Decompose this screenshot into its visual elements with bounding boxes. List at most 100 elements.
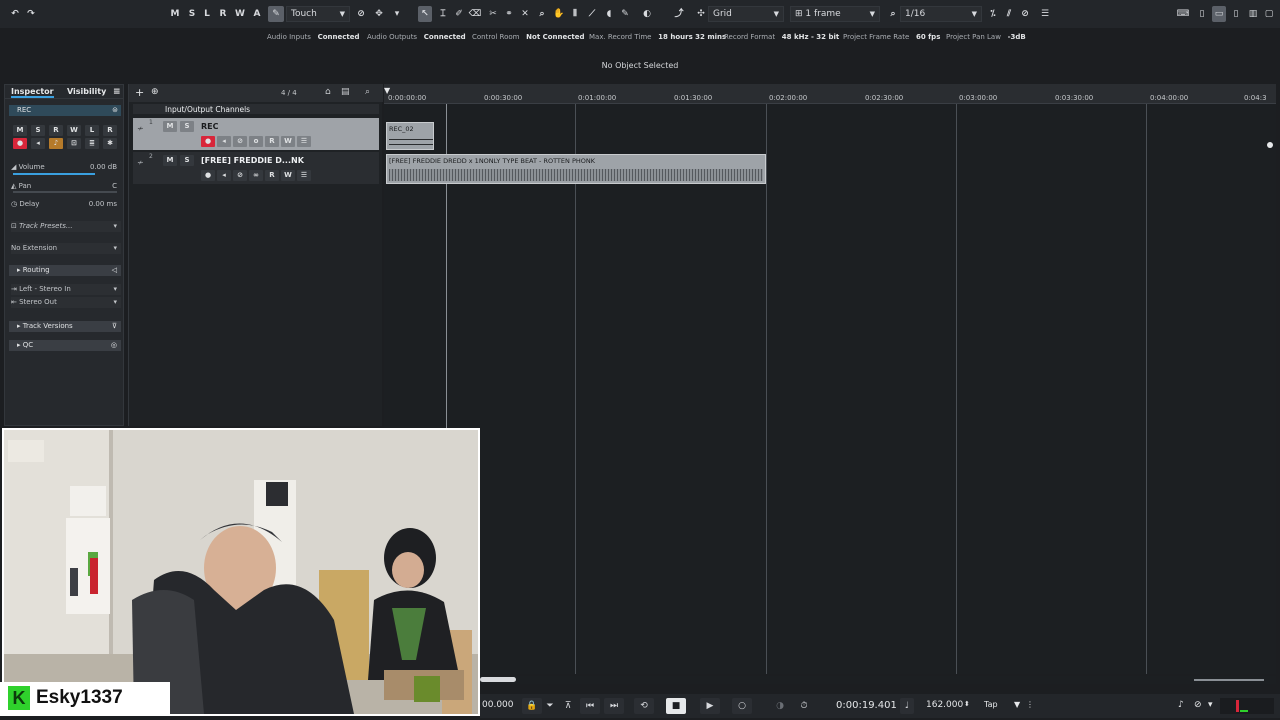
draw-tool-icon[interactable]: ✐ (452, 6, 466, 22)
timeline-ruler[interactable]: 0:00:00:00 0:00:30:00 0:01:00:00 0:01:30… (384, 84, 1276, 104)
visibility-icon[interactable]: ⌂ (325, 87, 331, 97)
grid-type-select[interactable]: Grid ▼ (708, 6, 784, 22)
record-enable-icon[interactable]: ● (13, 138, 27, 149)
zoom-tool-icon[interactable]: ⌕ (535, 6, 549, 22)
lock-icon[interactable]: ⊡ (67, 138, 81, 149)
track-audio-read-button[interactable]: R (265, 170, 279, 181)
chevron-down-icon[interactable]: ▾ (390, 6, 404, 22)
tab-inspector[interactable]: Inspector (11, 87, 54, 98)
record-icon[interactable]: ○ (732, 698, 752, 714)
record-format-status[interactable]: Record Format 48 kHz - 32 bit (724, 33, 839, 41)
range-tool-icon[interactable]: ⌶ (436, 6, 450, 22)
automation-toggle[interactable]: A (250, 6, 264, 22)
quantize-value-select[interactable]: 1/16 ▼ (900, 6, 982, 22)
track-audio-write-button[interactable]: W (281, 170, 295, 181)
horizontal-scrollbar[interactable] (480, 676, 1276, 684)
glue-tool-icon[interactable]: ⚭ (502, 6, 516, 22)
lanes-icon[interactable]: ∞ (249, 170, 263, 181)
volume-row[interactable]: ◢ Volume 0.00 dB (11, 162, 121, 173)
control-room-status[interactable]: Control Room Not Connected (472, 33, 585, 41)
tap-tempo-button[interactable]: Tap (984, 700, 998, 709)
go-to-end-icon[interactable]: ⏭ (604, 698, 624, 714)
stop-icon[interactable]: ■ (666, 698, 686, 714)
clock-icon[interactable]: ⏱ (794, 698, 814, 714)
audio-outputs-status[interactable]: Audio Outputs Connected (367, 33, 466, 41)
scroll-thumb[interactable] (480, 677, 516, 682)
pointer-tool-icon[interactable]: ↖ (418, 6, 432, 22)
zoom-handle[interactable] (1267, 142, 1273, 148)
inspector-solo-button[interactable]: S (31, 125, 45, 136)
comp-tool-icon[interactable]: ⦀ (568, 6, 582, 22)
punch-icon[interactable]: ⏷ (540, 698, 560, 714)
audio-inputs-status[interactable]: Audio Inputs Connected (267, 33, 360, 41)
inspector-write-button[interactable]: W (67, 125, 81, 136)
transport-position[interactable]: 0:00:19.401 (836, 700, 897, 711)
color-palette-icon[interactable]: ◐ (640, 6, 654, 22)
track-rec-solo-button[interactable]: S (180, 121, 194, 132)
cycle-icon[interactable]: ⟲ (634, 698, 654, 714)
go-to-start-icon[interactable]: ⏮ (580, 698, 600, 714)
keyboard-icon[interactable]: ⌨ (1176, 6, 1190, 22)
left-locator-time[interactable]: 00.000 (482, 700, 514, 710)
metronome-icon[interactable]: ♪ (1178, 700, 1184, 710)
write-toggle[interactable]: W (233, 6, 247, 22)
edit-channel-icon[interactable]: ⊘ (233, 136, 247, 147)
monitor-icon[interactable]: ◂ (217, 170, 231, 181)
track-audio-solo-button[interactable]: S (180, 155, 194, 166)
inspector-track-header[interactable]: REC ⊜ (9, 105, 121, 116)
lower-zone-icon[interactable]: ▭ (1212, 6, 1226, 22)
read-toggle[interactable]: R (216, 6, 230, 22)
menu-icon[interactable]: ☰ (1038, 6, 1052, 22)
automation-mode-select[interactable]: Touch ▼ (286, 6, 350, 22)
add-track-icon[interactable]: + (135, 86, 144, 99)
pan-law-status[interactable]: Project Pan Law -3dB (946, 33, 1026, 41)
routing-section[interactable]: ▸ Routing ◁ (9, 265, 121, 276)
freeze-icon[interactable]: ✱ (103, 138, 117, 149)
tempo-value[interactable]: 162.000 (926, 700, 963, 710)
track-rec-read-button[interactable]: R (265, 136, 279, 147)
volume-value[interactable]: 0.00 dB (90, 162, 117, 173)
edit-channel-icon[interactable]: ⊜ (112, 105, 118, 116)
track-presets-select[interactable]: ⊡ Track Presets... ▾ (11, 221, 121, 232)
record-enable-icon[interactable]: ● (201, 136, 215, 147)
inspector-r-button[interactable]: R (103, 125, 117, 136)
track-rec[interactable]: ≁ 1 M S REC ● ◂ ⊘ o R W ☰ (133, 118, 379, 150)
volume-slider[interactable] (13, 173, 95, 175)
erase-tool-icon[interactable]: ⌫ (468, 6, 482, 22)
time-signature[interactable]: 4 / 4 (281, 89, 297, 97)
qc-section[interactable]: ▸ QC ◎ (9, 340, 121, 351)
track-audio[interactable]: ≁ 2 M S [FREE] FREDDIE D...NK ● ◂ ⊘ ∞ R … (133, 152, 379, 184)
menu-icon[interactable]: ⋮ (1026, 700, 1034, 709)
menu-icon[interactable]: ≡ (113, 87, 121, 97)
edit-channel-icon[interactable]: ⊘ (233, 170, 247, 181)
automation-mode-icon[interactable]: ✎ (268, 6, 284, 22)
zoom-slider[interactable] (1194, 679, 1264, 681)
lock-icon[interactable]: 🔒 (522, 698, 542, 714)
solo-toggle[interactable]: S (185, 6, 199, 22)
search-icon[interactable]: ⌕ (886, 6, 900, 22)
list-icon[interactable]: ▤ (341, 87, 350, 97)
track-versions-section[interactable]: ▸ Track Versions ⊽ (9, 321, 121, 332)
hand-tool-icon[interactable]: ✋ (552, 6, 566, 22)
routing-input-select[interactable]: ⇥ Left - Stereo In ▾ (11, 284, 121, 295)
inspector-listen-button[interactable]: L (85, 125, 99, 136)
timebase-icon[interactable]: ♪ (49, 138, 63, 149)
monitor-icon[interactable]: ◂ (217, 136, 231, 147)
quantize-reset-icon[interactable]: ⊘ (1018, 6, 1032, 22)
versions-icon[interactable]: ⊽ (112, 321, 117, 332)
layout-icon[interactable]: ▥ (1246, 6, 1260, 22)
vertical-zoom-bar[interactable] (1267, 104, 1273, 674)
play-icon[interactable]: ▶ (700, 698, 720, 714)
listen-toggle[interactable]: L (200, 6, 214, 22)
track-list-icon[interactable]: ☰ (297, 170, 311, 181)
redo-icon[interactable]: ↷ (24, 6, 38, 22)
mute-toggle[interactable]: M (168, 6, 182, 22)
color-tool-icon[interactable]: ✎ (618, 6, 632, 22)
quantize-apply-icon[interactable]: ⫽ (1002, 6, 1016, 22)
arrange-window[interactable]: REC_02 [FREE] FREDDIE DREDD x 1NONLY TYP… (384, 104, 1276, 674)
folder-track[interactable]: Input/Output Channels (133, 104, 379, 114)
window-icon[interactable]: ▢ (1262, 6, 1276, 22)
lanes-icon[interactable]: ≣ (85, 138, 99, 149)
track-audio-name[interactable]: [FREE] FREDDIE D...NK (201, 156, 304, 165)
chevron-down-icon[interactable]: ▾ (1208, 700, 1213, 710)
